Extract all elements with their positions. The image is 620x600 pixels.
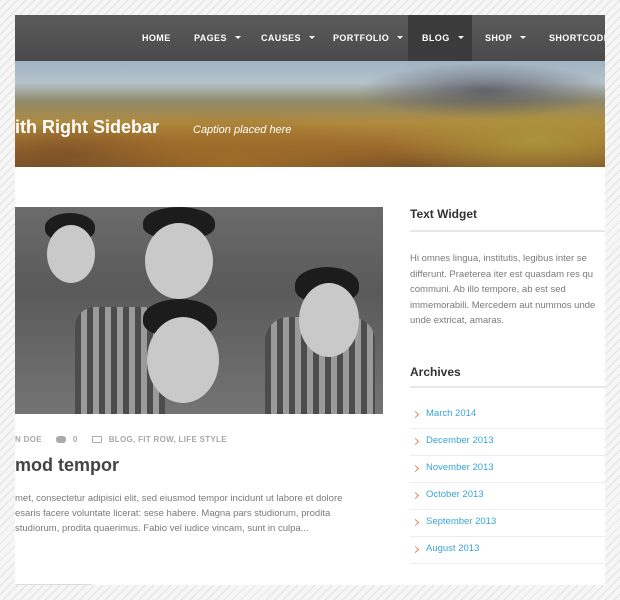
nav-item-pages[interactable]: PAGES (194, 15, 241, 61)
nav-label: SHORTCODES (549, 33, 605, 43)
nav-label: CAUSES (261, 33, 301, 43)
photo-shape (147, 317, 219, 403)
chevron-down-icon (520, 36, 527, 40)
page-frame: HOME PAGES CAUSES PORTFOLIO BLOG SHOP SH… (15, 15, 605, 585)
chevron-right-icon (411, 545, 420, 554)
chevron-right-icon (411, 518, 420, 527)
archives-widget-title: Archives (410, 365, 461, 379)
nav-item-causes[interactable]: CAUSES (261, 15, 315, 61)
post-title[interactable]: mod tempor (15, 455, 119, 476)
archive-link[interactable]: October 2013 (426, 489, 484, 500)
chevron-down-icon (308, 36, 315, 40)
page-banner: ith Right Sidebar Caption placed here (15, 61, 605, 167)
text-widget-body: Hi omnes lingua, institutis, legibus int… (410, 251, 605, 329)
excerpt-line: esaris facere voluntate licerat: sese ha… (15, 508, 331, 519)
nav-label: PORTFOLIO (333, 33, 390, 43)
page-title: ith Right Sidebar (15, 117, 159, 137)
nav-item-blog[interactable]: BLOG (408, 15, 472, 61)
chevron-right-icon (411, 410, 420, 419)
archive-link[interactable]: September 2013 (426, 516, 496, 527)
nav-item-shortcodes[interactable]: SHORTCODES (549, 15, 605, 61)
divider (410, 230, 605, 232)
nav-item-home[interactable]: HOME (142, 15, 171, 61)
archive-item-december-2013[interactable]: December 2013 (410, 429, 605, 456)
nav-label: PAGES (194, 33, 227, 43)
nav-item-shop[interactable]: SHOP (485, 15, 527, 61)
photo-shape (47, 225, 95, 283)
nav-label: SHOP (485, 33, 513, 43)
post-featured-image[interactable] (15, 207, 383, 414)
archive-item-august-2013[interactable]: August 2013 (410, 537, 605, 564)
archive-link[interactable]: December 2013 (426, 435, 494, 446)
excerpt-line: met, consectetur adipisici elit, sed eiu… (15, 493, 343, 504)
chevron-down-icon (397, 36, 404, 40)
chevron-right-icon (411, 437, 420, 446)
archive-item-october-2013[interactable]: October 2013 (410, 483, 605, 510)
excerpt-line: studiorum, prodita quaerimus. Fabio vel … (15, 523, 309, 534)
chevron-down-icon (234, 36, 241, 40)
post-excerpt: met, consectetur adipisici elit, sed eiu… (15, 491, 390, 536)
archive-link[interactable]: November 2013 (426, 462, 494, 473)
widget-text-line: differunt. Praeterea iter est quasdam re… (410, 268, 594, 280)
post-categories[interactable]: BLOG, FIT ROW, LIFE STYLE (109, 435, 227, 444)
photo-shape (145, 223, 213, 299)
photo-shape (299, 283, 359, 357)
widget-text-line: communi. Ab illo tempore, ab est sed (410, 284, 566, 295)
post-meta: N DOE 0 BLOG, FIT ROW, LIFE STYLE (15, 435, 227, 444)
widget-text-line: immemorabili. Mercedem aut nummos unde (410, 299, 596, 311)
comment-icon (56, 436, 67, 444)
banner-caption: Caption placed here (193, 124, 292, 136)
divider (410, 386, 605, 388)
chevron-down-icon (457, 36, 464, 40)
folder-icon (92, 436, 103, 444)
nav-label: HOME (142, 33, 171, 43)
widget-text-line: unde extricat, amaras. (410, 315, 504, 326)
main-navigation: HOME PAGES CAUSES PORTFOLIO BLOG SHOP SH… (15, 15, 605, 61)
divider (15, 584, 92, 585)
archive-item-september-2013[interactable]: September 2013 (410, 510, 605, 537)
nav-label: BLOG (422, 33, 450, 43)
chevron-right-icon (411, 491, 420, 500)
archive-item-march-2014[interactable]: March 2014 (410, 402, 605, 429)
comment-count[interactable]: 0 (73, 435, 78, 444)
archive-link[interactable]: August 2013 (426, 543, 479, 554)
archive-item-november-2013[interactable]: November 2013 (410, 456, 605, 483)
chevron-right-icon (411, 464, 420, 473)
archive-link[interactable]: March 2014 (426, 408, 476, 419)
text-widget-title: Text Widget (410, 207, 478, 221)
post-author[interactable]: N DOE (15, 435, 42, 444)
widget-text-line: Hi omnes lingua, institutis, legibus int… (410, 253, 587, 264)
nav-item-portfolio[interactable]: PORTFOLIO (333, 15, 404, 61)
